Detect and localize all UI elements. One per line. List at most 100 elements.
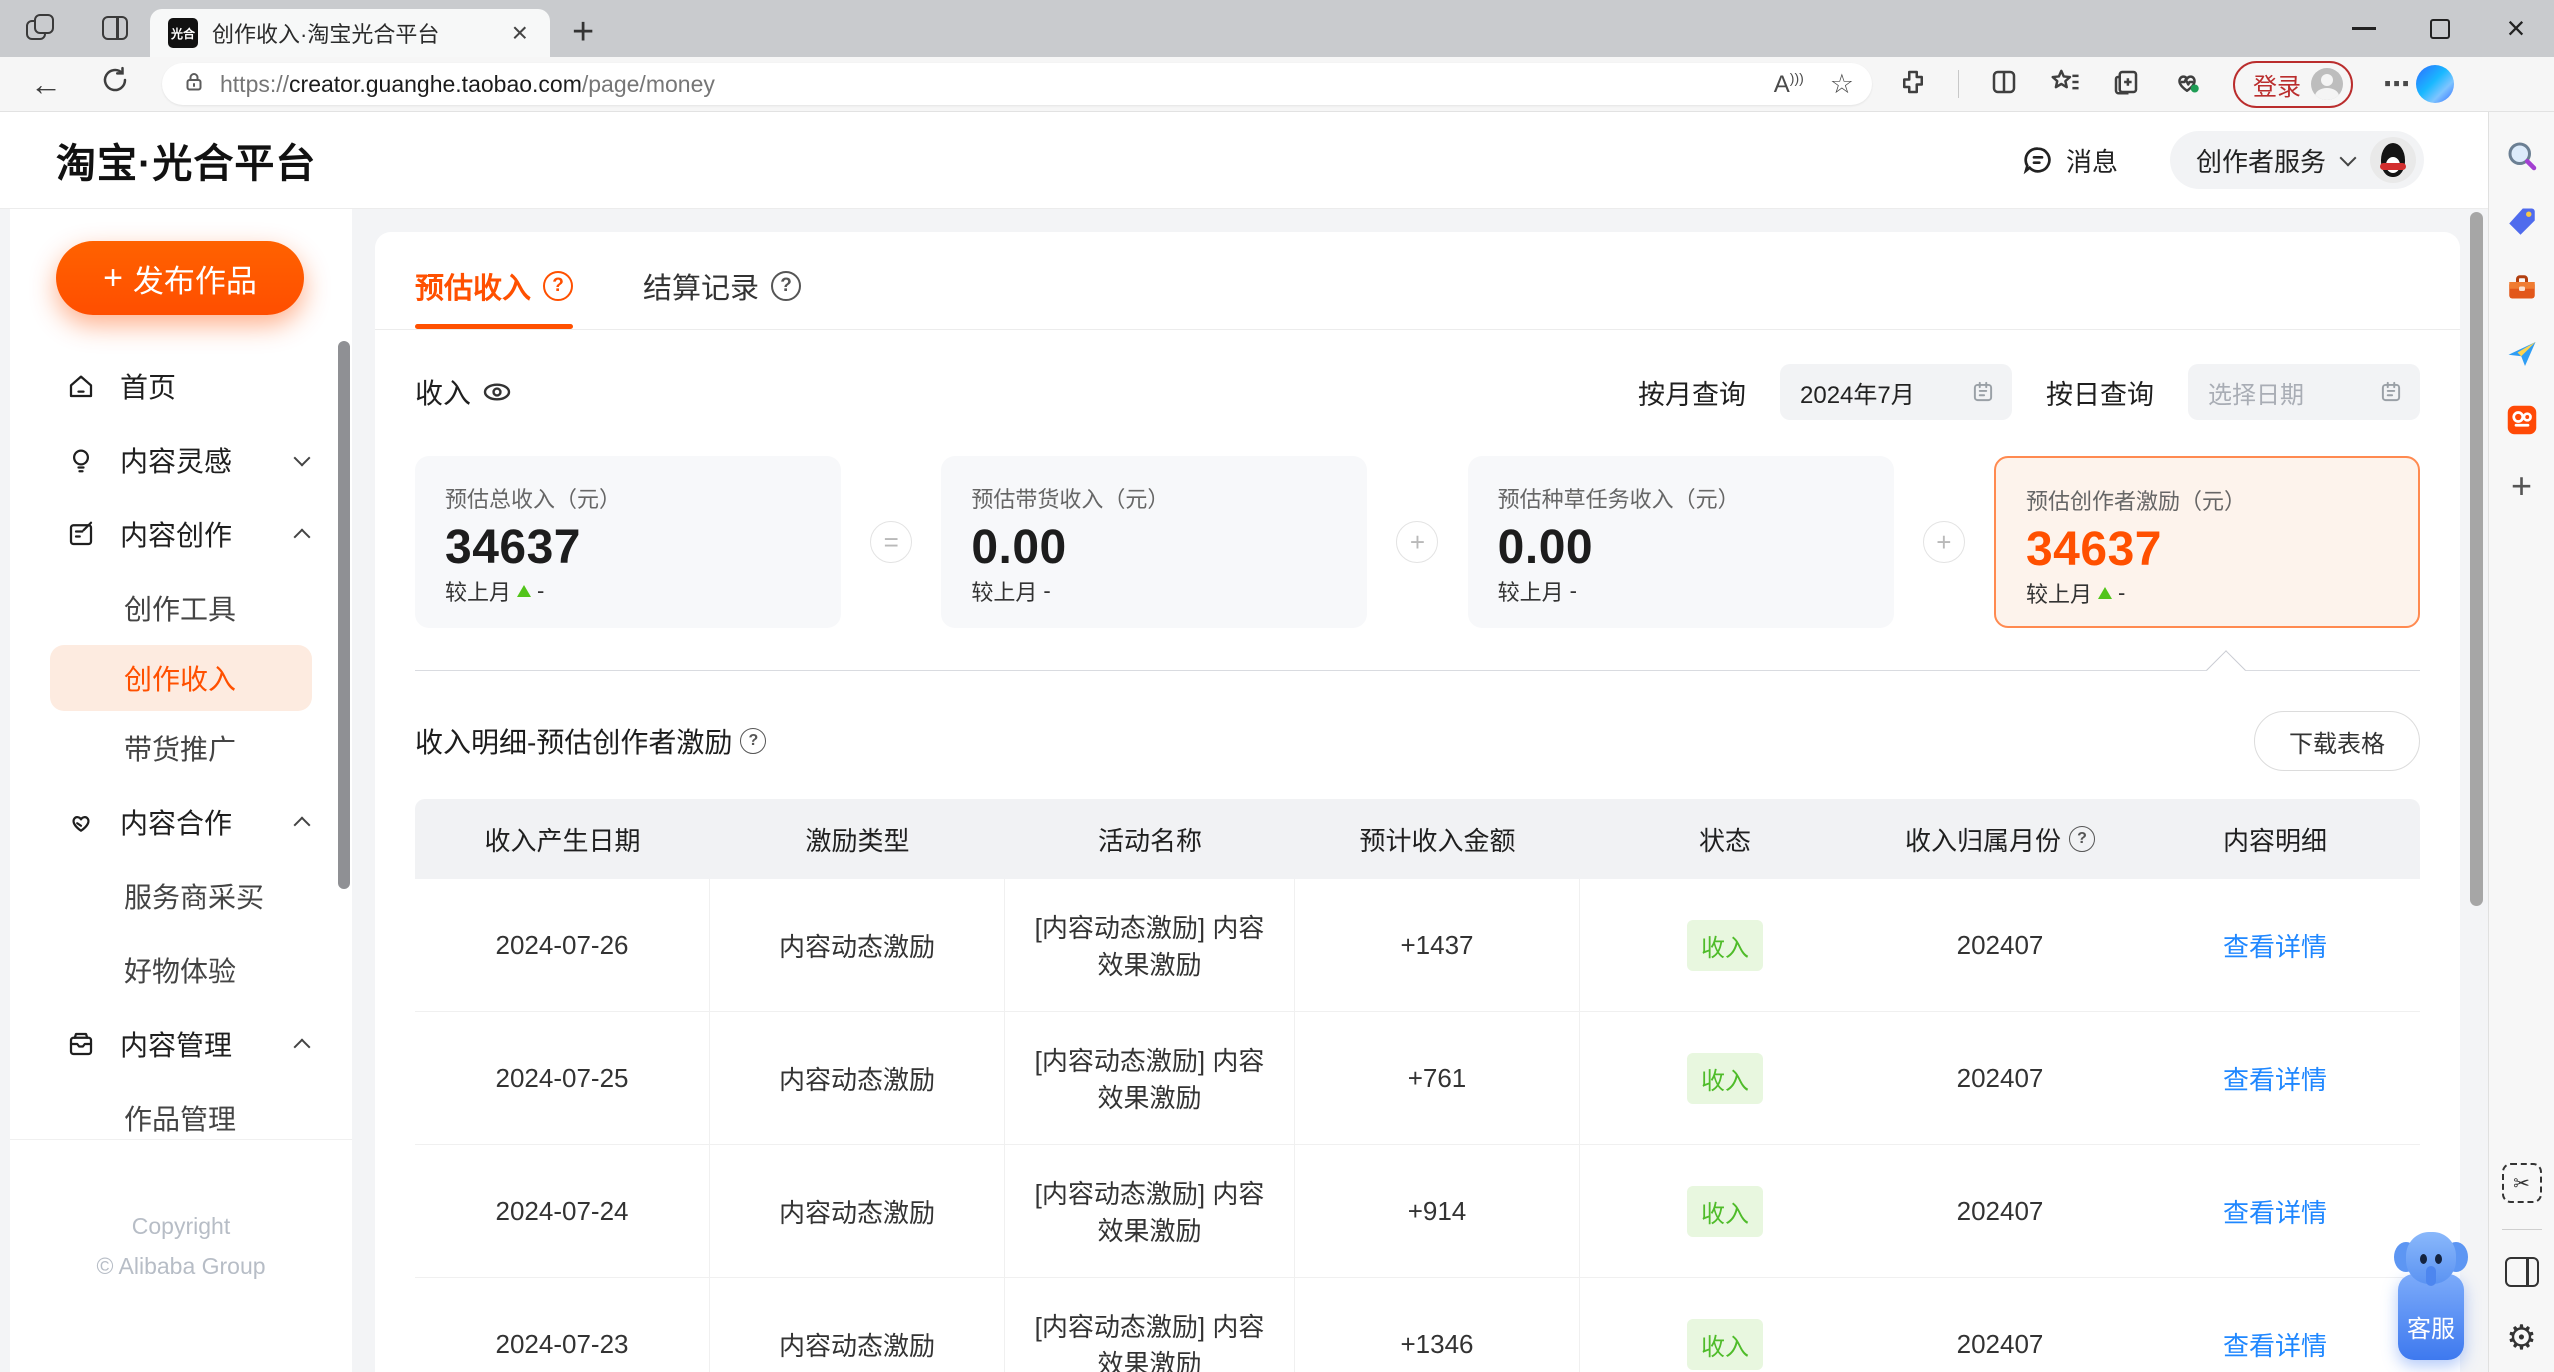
income-section-label: 收入 (415, 372, 513, 412)
sidebar-item-cooperation[interactable]: 内容合作 (10, 785, 352, 859)
table-row: 2024-07-25 内容动态激励 [内容动态激励] 内容效果激励 +761 收… (415, 1012, 2420, 1145)
view-details-link[interactable]: 查看详情 (2223, 1193, 2327, 1230)
lock-icon (182, 70, 206, 99)
chevron-up-icon (293, 816, 311, 834)
download-table-button[interactable]: 下载表格 (2254, 711, 2420, 771)
stat-card-task-income: 预估种草任务收入（元） 0.00 较上月 - (1467, 456, 1894, 628)
help-icon[interactable]: ? (2069, 826, 2095, 852)
browser-toolbar: ← https://creator.guanghe.taobao.com/pag… (0, 57, 2554, 112)
trend-up-icon (2098, 587, 2112, 599)
calendar-icon (2378, 379, 2404, 405)
stat-card-creator-incentive[interactable]: 预估创作者激励（元） 34637 较上月 - (1993, 456, 2420, 628)
address-bar[interactable]: https://creator.guanghe.taobao.com/page/… (162, 63, 1872, 105)
back-icon[interactable]: ← (30, 66, 62, 103)
read-aloud-icon[interactable]: A))) (1774, 70, 1804, 99)
edit-square-icon (66, 519, 96, 549)
help-icon[interactable]: ? (771, 270, 802, 301)
eye-icon[interactable] (481, 376, 513, 408)
extensions-icon[interactable] (1898, 67, 1928, 102)
heart-hand-icon (66, 807, 96, 837)
sidebar-item-creation-tools[interactable]: 创作工具 (10, 571, 352, 645)
sidebar-item-promotion[interactable]: 带货推广 (10, 711, 352, 785)
chevron-down-icon (2339, 149, 2357, 166)
income-detail-table: 收入产生日期 激励类型 活动名称 预计收入金额 状态 收入归属月份? 内容明细 … (415, 799, 2420, 1372)
customer-service-widget[interactable]: 客服 (2392, 1230, 2468, 1362)
window-close-button[interactable]: × (2478, 0, 2554, 57)
more-menu-icon[interactable]: ⋯ (2383, 69, 2410, 100)
sidebar-item-creation-income[interactable]: 创作收入 (50, 645, 312, 711)
toolbox-icon[interactable] (2502, 268, 2542, 308)
table-header-row: 收入产生日期 激励类型 活动名称 预计收入金额 状态 收入归属月份? 内容明细 (415, 799, 2420, 879)
main-content: 预估收入 ? 结算记录 ? 收入 按月查询 2024年7月 按日查询 选择日期 … (375, 232, 2460, 1372)
status-badge: 收入 (1687, 919, 1763, 971)
browser-tab[interactable]: 光合 创作收入·淘宝光合平台 × (150, 9, 550, 57)
sidebar-item-service-purchase[interactable]: 服务商采买 (10, 859, 352, 933)
sidebar-item-creation[interactable]: 内容创作 (10, 497, 352, 571)
help-icon[interactable]: ? (740, 728, 767, 754)
tab-settlement-record[interactable]: 结算记录 ? (643, 242, 802, 329)
mail-icon (66, 1029, 96, 1059)
chevron-up-icon (293, 528, 311, 546)
messages-button[interactable]: 消息 (2022, 142, 2118, 179)
stat-card-goods-income: 预估带货收入（元） 0.00 较上月 - (941, 456, 1368, 628)
calendar-icon (1970, 379, 1996, 405)
view-details-link[interactable]: 查看详情 (2223, 1326, 2327, 1363)
day-picker-input[interactable]: 选择日期 (2188, 364, 2420, 420)
lightbulb-icon (66, 445, 96, 475)
favorites-bar-icon[interactable] (2049, 67, 2081, 102)
chevron-up-icon (293, 1038, 311, 1056)
sidebar-item-content-management[interactable]: 内容管理 (10, 1007, 352, 1081)
split-screen-icon[interactable] (1989, 67, 2019, 102)
reload-icon[interactable] (100, 65, 130, 103)
window-minimize-button[interactable] (2326, 0, 2402, 57)
tab-estimated-income[interactable]: 预估收入 ? (415, 242, 574, 329)
favorite-star-icon[interactable]: ☆ (1830, 69, 1854, 100)
detail-section-title: 收入明细-预估创作者激励 ? (415, 721, 767, 761)
publish-work-button[interactable]: + 发布作品 (56, 241, 304, 315)
sidebar-panel-icon[interactable] (2502, 1252, 2542, 1292)
by-day-label: 按日查询 (2046, 379, 2154, 410)
tab-strip: 光合 创作收入·淘宝光合平台 × + × (0, 0, 2554, 57)
tab-list-icon[interactable] (26, 13, 56, 44)
creator-service-dropdown[interactable]: 创作者服务 (2169, 131, 2424, 189)
sidebar-item-inspiration[interactable]: 内容灵感 (10, 423, 352, 497)
table-row: 2024-07-23 内容动态激励 [内容动态激励] 内容效果激励 +1346 … (415, 1278, 2420, 1372)
kuaishou-icon[interactable] (2502, 400, 2542, 440)
page-scrollbar[interactable] (2470, 212, 2483, 906)
settings-gear-icon[interactable]: ⚙ (2502, 1318, 2542, 1358)
shopping-tag-icon[interactable] (2502, 202, 2542, 242)
status-badge: 收入 (1687, 1318, 1763, 1370)
collections-icon[interactable] (2111, 67, 2141, 102)
window-maximize-button[interactable] (2402, 0, 2478, 57)
sidebar-scrollbar[interactable] (338, 341, 350, 889)
section-divider (415, 650, 2420, 690)
sidebar-item-home[interactable]: 首页 (10, 349, 352, 423)
profile-avatar-icon (2311, 68, 2343, 100)
plus-operator: + (1922, 521, 1965, 563)
web-page: 淘宝·光合平台 消息 创作者服务 + 发布作品 首页 内容灵感 内容创作 创作工… (0, 112, 2488, 1372)
paper-plane-icon[interactable] (2502, 334, 2542, 374)
status-badge: 收入 (1687, 1052, 1763, 1104)
browser-essentials-icon[interactable] (2171, 67, 2203, 102)
site-logo[interactable]: 淘宝·光合平台 (56, 131, 316, 189)
sidebar-item-product-trial[interactable]: 好物体验 (10, 933, 352, 1007)
workspaces-icon[interactable] (102, 14, 132, 44)
new-tab-button[interactable]: + (572, 12, 594, 52)
trend-up-icon (517, 585, 532, 597)
month-picker-input[interactable]: 2024年7月 (1780, 364, 2012, 420)
add-sidebar-app-icon[interactable]: + (2502, 465, 2542, 506)
copilot-icon[interactable] (2416, 65, 2454, 103)
by-month-label: 按月查询 (1638, 379, 1746, 410)
elephant-mascot-icon (2394, 1230, 2468, 1288)
site-favicon: 光合 (168, 18, 198, 48)
user-avatar[interactable] (2370, 137, 2416, 183)
home-icon (66, 371, 96, 401)
view-details-link[interactable]: 查看详情 (2223, 927, 2327, 964)
view-details-link[interactable]: 查看详情 (2223, 1060, 2327, 1097)
tab-close-icon[interactable]: × (508, 17, 532, 49)
search-icon[interactable] (2502, 136, 2542, 176)
help-icon[interactable]: ? (543, 270, 574, 301)
screenshot-capture-icon[interactable]: ✂ (2501, 1163, 2542, 1203)
login-button[interactable]: 登录 (2233, 60, 2353, 108)
sidebar: + 发布作品 首页 内容灵感 内容创作 创作工具 创作收入 带货推广 内容合作 … (10, 209, 352, 1372)
